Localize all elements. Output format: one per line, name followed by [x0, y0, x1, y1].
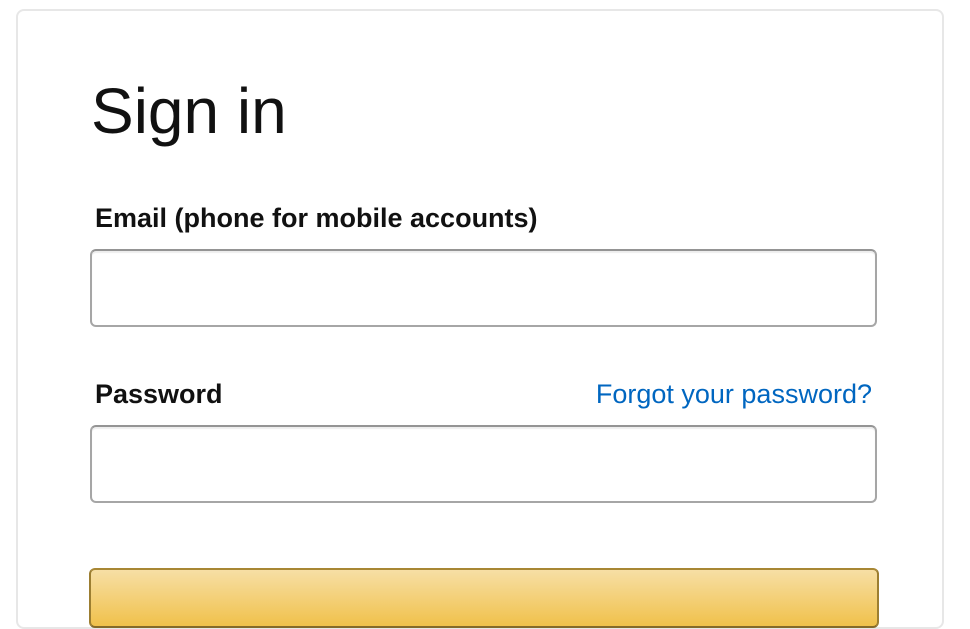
sign-in-button[interactable]: [89, 568, 879, 628]
password-field[interactable]: [90, 425, 877, 503]
email-label: Email (phone for mobile accounts): [95, 203, 538, 233]
password-label: Password: [95, 379, 223, 409]
forgot-password-link[interactable]: Forgot your password?: [596, 378, 872, 410]
signin-card: Sign in Email (phone for mobile accounts…: [16, 9, 944, 629]
email-field[interactable]: [90, 249, 877, 327]
page-title: Sign in: [91, 75, 287, 147]
